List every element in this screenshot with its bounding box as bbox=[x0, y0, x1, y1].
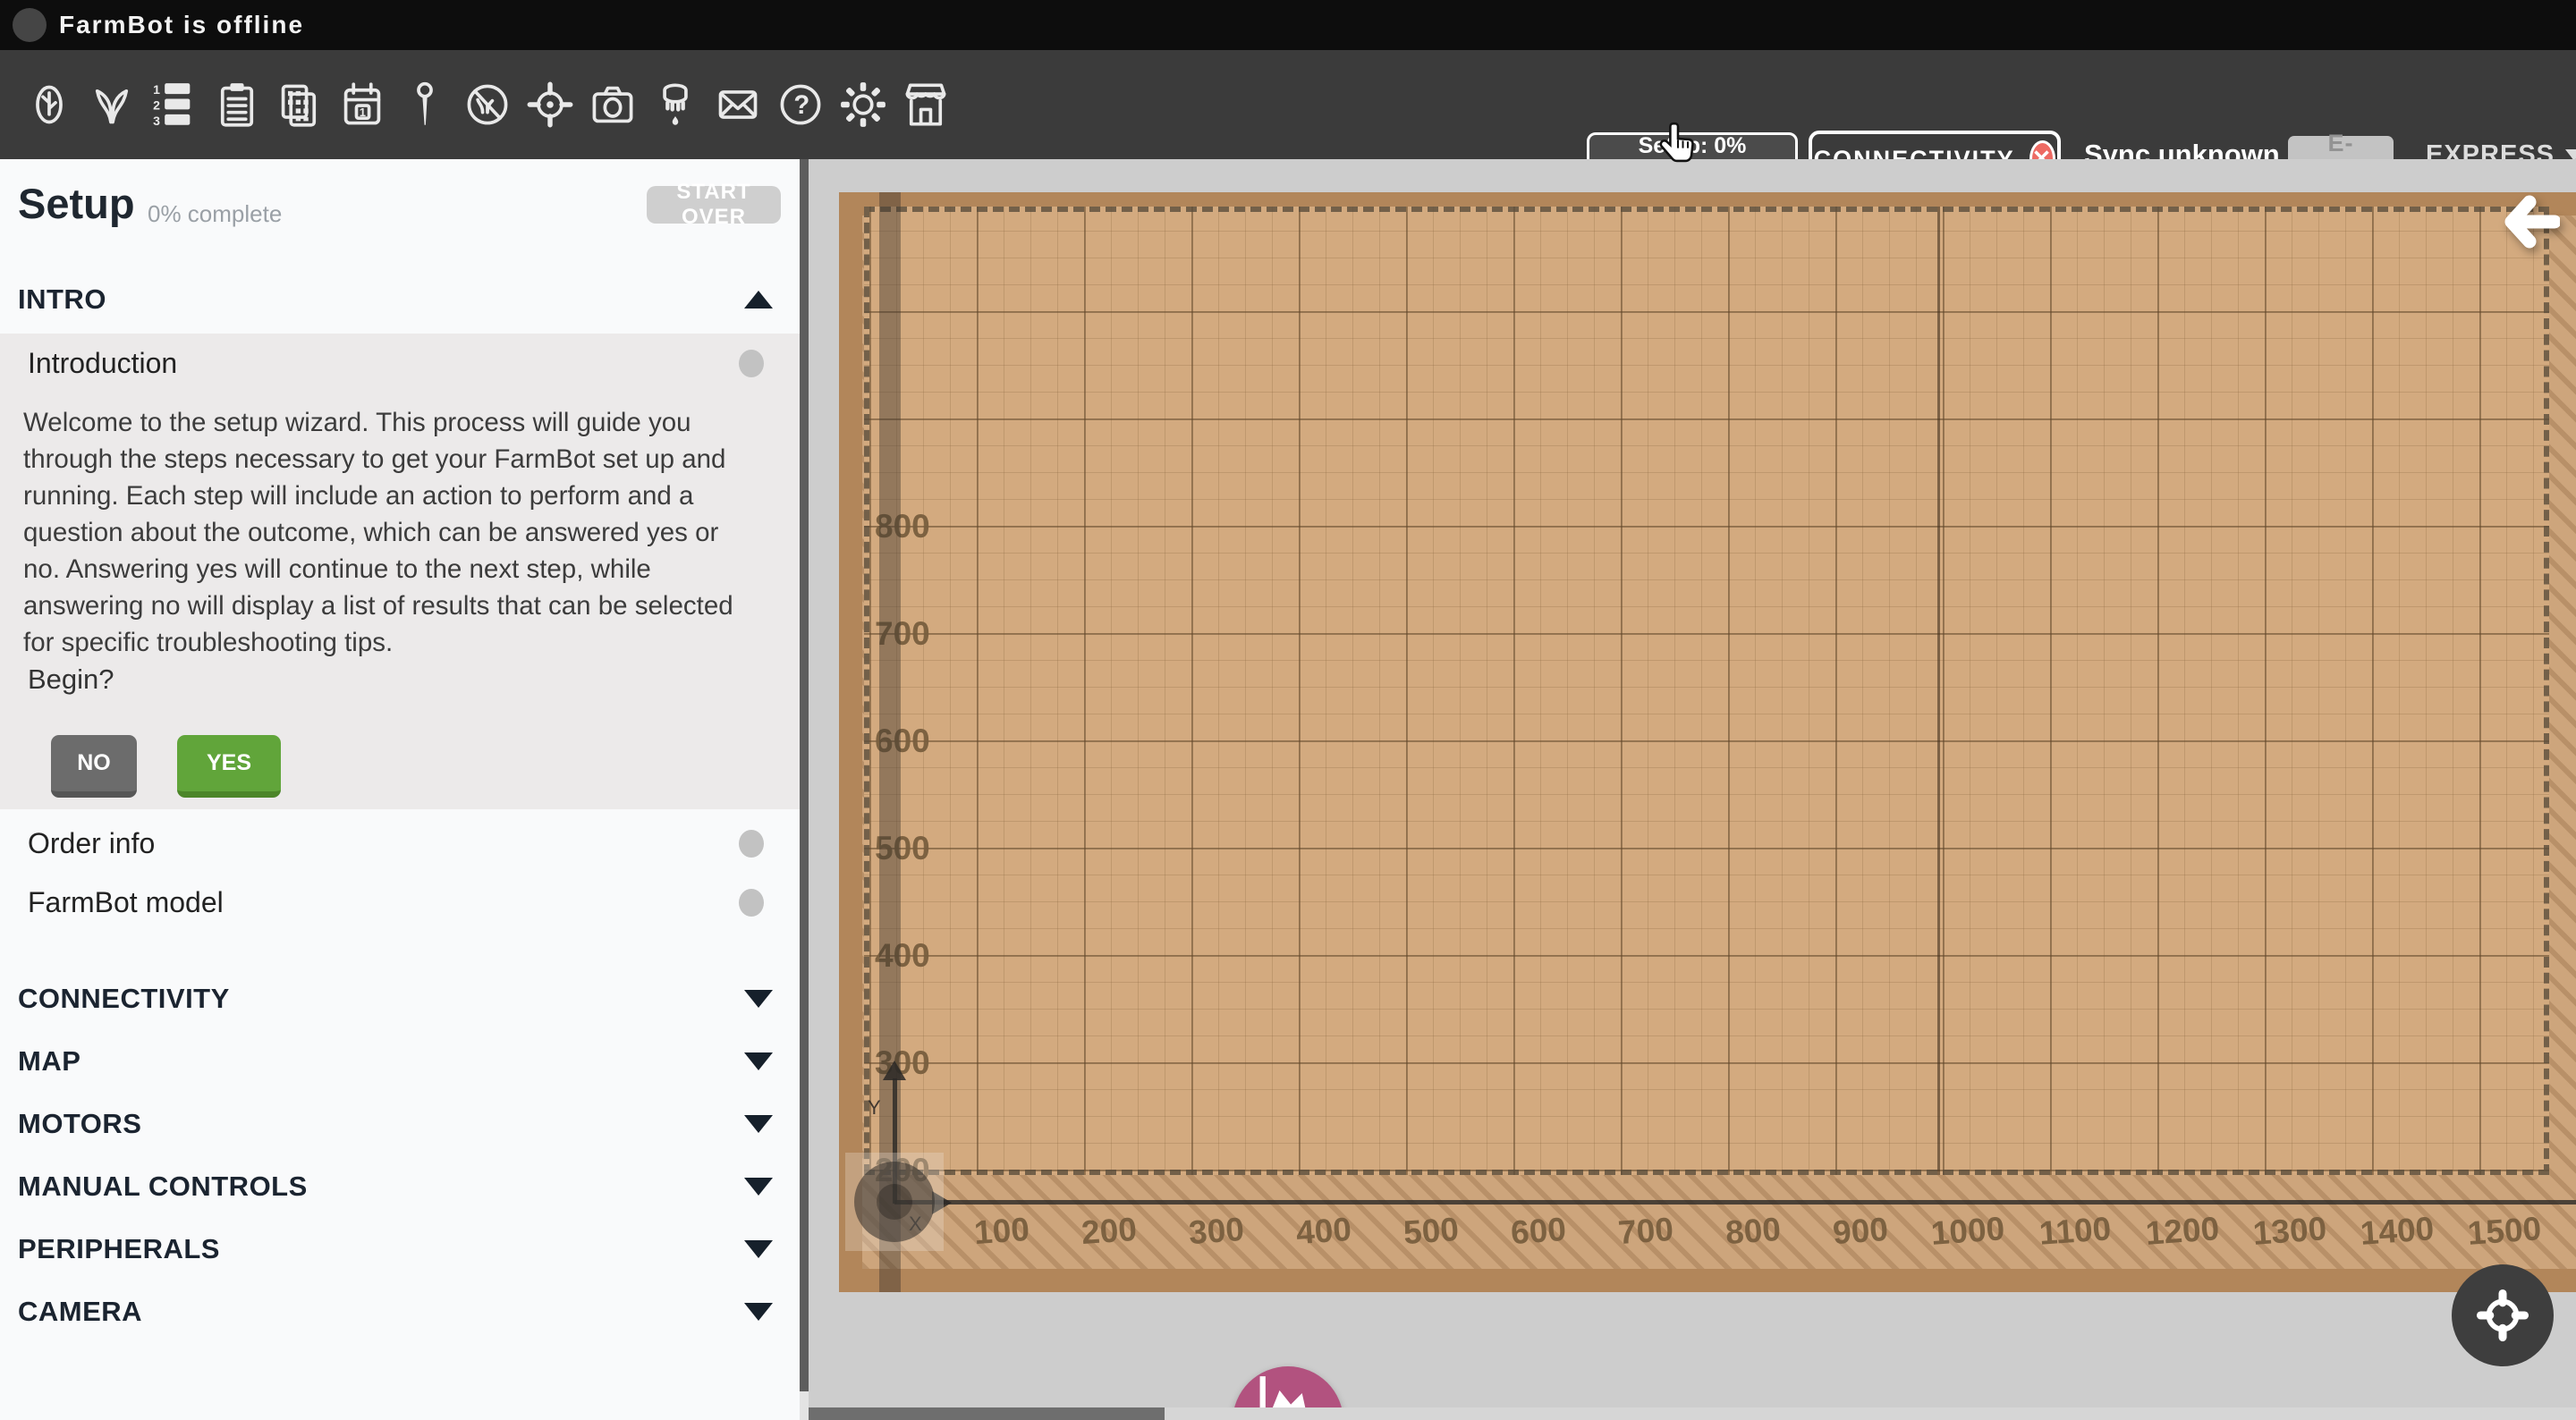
gardens-icon[interactable] bbox=[268, 73, 331, 136]
status-message: FarmBot is offline bbox=[59, 11, 304, 39]
controls-icon[interactable] bbox=[519, 73, 581, 136]
section-label: MANUAL CONTROLS bbox=[18, 1171, 308, 1203]
section-header-peripherals[interactable]: PERIPHERALS bbox=[0, 1227, 800, 1272]
regimens-icon[interactable] bbox=[206, 73, 268, 136]
step-label: Introduction bbox=[28, 347, 177, 380]
step-status-dot bbox=[739, 830, 764, 858]
chevron-up-icon bbox=[744, 291, 773, 309]
shop-icon[interactable] bbox=[894, 73, 957, 136]
section-label: MAP bbox=[18, 1045, 80, 1078]
chevron-down-icon bbox=[744, 1303, 773, 1321]
back-arrow-button[interactable] bbox=[2503, 195, 2560, 253]
main-toolbar: 123 1 ? Setup: 0% complete CONNECTIVITY … bbox=[0, 50, 2576, 159]
x-tick: 1500 bbox=[2450, 1209, 2560, 1254]
section-label: PERIPHERALS bbox=[18, 1233, 220, 1265]
tools-icon[interactable] bbox=[644, 73, 707, 136]
x-tick: 900 bbox=[1806, 1209, 1916, 1254]
step-row-order-info[interactable]: Order info bbox=[0, 814, 800, 873]
section-header-camera[interactable]: CAMERA bbox=[0, 1289, 800, 1334]
x-tick: 100 bbox=[947, 1209, 1057, 1254]
move-mode-button[interactable] bbox=[2452, 1264, 2554, 1366]
section-header-motors[interactable]: MOTORS bbox=[0, 1102, 800, 1146]
svg-text:1: 1 bbox=[153, 82, 160, 97]
map-hscrollbar-thumb[interactable] bbox=[809, 1407, 1165, 1420]
garden-grid[interactable] bbox=[864, 207, 2549, 1175]
yes-button[interactable]: YES bbox=[177, 735, 281, 798]
gridline-1000mm bbox=[1937, 207, 1940, 1175]
section-label: CAMERA bbox=[18, 1296, 142, 1328]
x-tick: 1100 bbox=[2021, 1209, 2131, 1254]
chevron-down-icon bbox=[744, 990, 773, 1008]
section-header-map[interactable]: MAP bbox=[0, 1039, 800, 1084]
step-status-dot bbox=[739, 889, 764, 917]
x-tick: 200 bbox=[1055, 1209, 1165, 1254]
x-tick: 1400 bbox=[2343, 1209, 2453, 1254]
step-label: Order info bbox=[28, 827, 155, 860]
begin-question: Begin? bbox=[28, 664, 114, 696]
section-header-manual-controls[interactable]: MANUAL CONTROLS bbox=[0, 1164, 800, 1209]
start-over-button[interactable]: START OVER bbox=[647, 186, 781, 224]
plants-icon[interactable] bbox=[80, 73, 143, 136]
step-label: FarmBot model bbox=[28, 886, 224, 919]
x-tick: 1000 bbox=[1913, 1209, 2023, 1254]
messages-icon[interactable] bbox=[707, 73, 769, 136]
connection-status-dot bbox=[13, 8, 47, 42]
settings-icon[interactable] bbox=[832, 73, 894, 136]
garden-map[interactable]: 800 700 600 500 400 300 200 100 100 200 … bbox=[809, 159, 2576, 1420]
gantry-bar[interactable] bbox=[879, 192, 901, 1292]
x-tick: 800 bbox=[1699, 1209, 1809, 1254]
x-tick: 1200 bbox=[2128, 1209, 2238, 1254]
step-status-dot bbox=[739, 350, 764, 377]
weeds-icon[interactable] bbox=[456, 73, 519, 136]
section-label: MOTORS bbox=[18, 1108, 142, 1140]
svg-text:2: 2 bbox=[153, 97, 160, 112]
y-axis-arrow bbox=[883, 1061, 906, 1080]
no-button[interactable]: NO bbox=[51, 735, 137, 798]
x-tick: 1300 bbox=[2235, 1209, 2345, 1254]
section-header-connectivity[interactable]: CONNECTIVITY bbox=[0, 976, 800, 1021]
step-row-introduction[interactable]: Introduction bbox=[0, 334, 800, 393]
x-tick: 400 bbox=[1269, 1209, 1379, 1254]
x-tick: 300 bbox=[1162, 1209, 1272, 1254]
chevron-down-icon bbox=[744, 1115, 773, 1133]
welcome-paragraph: Welcome to the setup wizard. This proces… bbox=[23, 404, 758, 661]
help-icon[interactable]: ? bbox=[769, 73, 832, 136]
chevron-down-icon bbox=[744, 1052, 773, 1070]
panel-scrollbar-thumb[interactable] bbox=[800, 159, 809, 1391]
section-header-intro[interactable]: INTRO bbox=[0, 277, 800, 322]
status-bar: FarmBot is offline bbox=[0, 0, 2576, 50]
photos-icon[interactable] bbox=[581, 73, 644, 136]
events-icon[interactable]: 1 bbox=[331, 73, 394, 136]
x-axis bbox=[894, 1200, 2576, 1204]
x-tick: 600 bbox=[1484, 1209, 1594, 1254]
x-tick: 700 bbox=[1591, 1209, 1701, 1254]
svg-text:?: ? bbox=[793, 91, 809, 120]
setup-progress-label: 0% complete bbox=[148, 200, 282, 228]
section-label: INTRO bbox=[18, 283, 106, 316]
seeds-icon[interactable] bbox=[18, 73, 80, 136]
points-icon[interactable] bbox=[394, 73, 456, 136]
sequences-icon[interactable]: 12 3 bbox=[143, 73, 206, 136]
svg-text:3: 3 bbox=[153, 114, 160, 128]
section-label: CONNECTIVITY bbox=[18, 983, 230, 1015]
nav-icon-row: 123 1 ? bbox=[18, 50, 957, 159]
chevron-down-icon bbox=[744, 1178, 773, 1196]
farmbot-position-center bbox=[877, 1184, 912, 1220]
x-tick: 500 bbox=[1377, 1209, 1487, 1254]
page-title: Setup bbox=[18, 179, 135, 228]
chevron-down-icon bbox=[744, 1240, 773, 1258]
y-axis-label: Y bbox=[868, 1096, 881, 1120]
svg-text:1: 1 bbox=[360, 106, 366, 119]
step-row-farmbot-model[interactable]: FarmBot model bbox=[0, 873, 800, 932]
